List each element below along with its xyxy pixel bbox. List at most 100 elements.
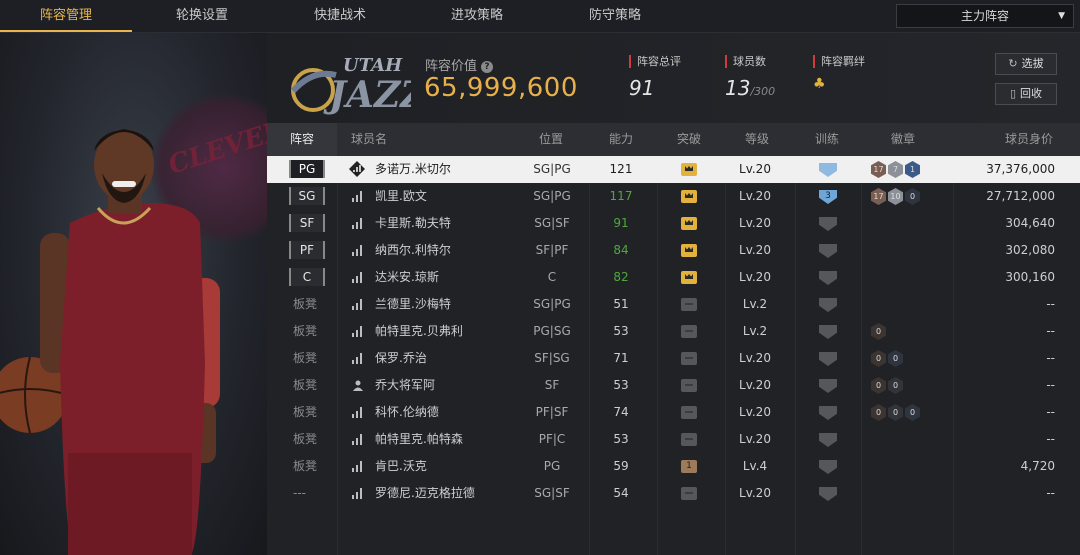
refresh-icon: ↻ [1008, 57, 1018, 70]
stats-bars-icon [352, 407, 364, 418]
player-level: Lv.2 [742, 324, 768, 338]
lineup-slot-badge: PG [289, 160, 325, 178]
crown-icon [681, 217, 697, 230]
crown-icon [681, 487, 697, 500]
bench-label: 板凳 [293, 378, 318, 392]
col-badges: 徽章 [891, 132, 916, 146]
player-worth: -- [1046, 297, 1055, 311]
stats-bars-icon [352, 191, 364, 202]
player-position: SG|PG [533, 297, 571, 311]
table-row[interactable]: PG 多诺万.米切尔 SG|PG 121 Lv.20 17 7 1 37,376,000 [267, 156, 1080, 183]
table-row[interactable]: 板凳 科怀.伦纳德 PF|SF 74 Lv.20 0 0 0 -- [267, 399, 1080, 426]
tab-offense-strategy[interactable]: 进攻策略 [408, 0, 546, 32]
player-worth: 37,376,000 [986, 162, 1055, 176]
crown-icon [681, 163, 697, 176]
training-shield-icon [819, 298, 837, 312]
player-ability: 84 [613, 243, 629, 257]
table-row[interactable]: C 达米安.琼斯 C 82 Lv.20 300,160 [267, 264, 1080, 291]
chemistry-label: 阵容羁绊 [813, 55, 865, 68]
player-name: 保罗.乔治 [375, 351, 427, 365]
player-count: 球员数 13/300 [725, 55, 775, 100]
player-name: 多诺万.米切尔 [375, 162, 451, 176]
tab-lineup-management[interactable]: 阵容管理 [0, 0, 132, 32]
overall-rating-value: 91 [629, 76, 655, 100]
table-row[interactable]: 板凳 兰德里.沙梅特 SG|PG 51 Lv.2 -- [267, 291, 1080, 318]
badge-icon: 7 [888, 161, 903, 178]
player-worth: 300,160 [1005, 270, 1055, 284]
player-name: 纳西尔.利特尔 [375, 243, 451, 257]
table-row[interactable]: --- 罗德尼.迈克格拉德 SG|SF 54 Lv.20 -- [267, 480, 1080, 507]
player-ability: 121 [609, 162, 633, 176]
player-worth: -- [1046, 324, 1055, 338]
overall-rating: 阵容总评 91 [629, 55, 681, 100]
col-lineup: 阵容 [267, 123, 337, 156]
col-breakthrough: 突破 [677, 132, 702, 146]
crown-icon [681, 406, 697, 419]
player-worth: -- [1046, 432, 1055, 446]
table-row[interactable]: 板凳 肯巴.沃克 PG 59 1 Lv.4 4,720 [267, 453, 1080, 480]
crown-icon [681, 379, 697, 392]
player-position: PF|SF [535, 405, 569, 419]
col-name: 球员名 [351, 132, 388, 146]
select-button[interactable]: ↻ 选拔 [995, 53, 1057, 75]
crown-icon [681, 190, 697, 203]
player-badges: 00 [871, 350, 905, 367]
table-row[interactable]: SG 凯里.欧文 SG|PG 117 Lv.20 3 17 10 0 27,712,000 [267, 183, 1080, 210]
badge-icon: 0 [871, 350, 886, 367]
player-level: Lv.2 [742, 297, 768, 311]
tab-defense-strategy[interactable]: 防守策略 [546, 0, 684, 32]
player-ability: 59 [613, 459, 629, 473]
training-shield-icon [819, 487, 837, 501]
player-level: Lv.20 [739, 378, 771, 392]
svg-text:UTAH: UTAH [343, 55, 403, 76]
col-ability: 能力 [609, 132, 634, 146]
table-row[interactable]: 板凳 帕特里克.帕特森 PF|C 53 Lv.20 -- [267, 426, 1080, 453]
player-level: Lv.4 [742, 459, 768, 473]
col-position: 位置 [539, 132, 564, 146]
player-level: Lv.20 [739, 432, 771, 446]
player-position: SF|PF [535, 243, 569, 257]
player-worth: -- [1046, 378, 1055, 392]
roster-table-header: 阵容 球员名 位置 能力 突破 等级 训练 徽章 球员身价 [267, 123, 1080, 156]
tab-rotation-settings[interactable]: 轮换设置 [132, 0, 272, 32]
player-ability: 53 [613, 324, 629, 338]
col-level: 等级 [745, 132, 770, 146]
player-name: 肯巴.沃克 [375, 459, 427, 473]
chevron-down-icon: ▼ [1058, 11, 1065, 21]
player-ability: 117 [609, 189, 633, 203]
table-row[interactable]: 板凳 保罗.乔治 SF|SG 71 Lv.20 0 0 -- [267, 345, 1080, 372]
player-badges: 17 7 1 [871, 161, 922, 178]
training-shield-icon [819, 460, 837, 474]
help-icon[interactable]: ? [481, 61, 494, 73]
player-name: 科怀.伦纳德 [375, 405, 439, 419]
player-name: 凯里.欧文 [375, 189, 427, 203]
stats-bars-icon [352, 218, 364, 229]
person-icon [353, 380, 363, 391]
lineup-dropdown-value: 主力阵容 [960, 9, 1009, 23]
table-row[interactable]: PF 纳西尔.利特尔 SF|PF 84 Lv.20 302,080 [267, 237, 1080, 264]
training-shield-icon: 3 [819, 190, 837, 204]
table-row[interactable]: 板凳 乔大将军阿 SF 53 Lv.20 0 0 -- [267, 372, 1080, 399]
badge-icon: 0 [888, 350, 903, 367]
player-name: 达米安.琼斯 [375, 270, 439, 284]
lineup-dropdown[interactable]: 主力阵容 ▼ [896, 4, 1074, 28]
crown-icon [681, 298, 697, 311]
recycle-button[interactable]: ▯ 回收 [995, 83, 1057, 105]
bench-label: 板凳 [293, 459, 318, 473]
lineup-header: UTAH JAZZ 阵容价值? 65,999,600 阵容总评 91 球员数 1… [267, 33, 1080, 123]
player-level: Lv.20 [739, 216, 771, 230]
stats-bars-icon [352, 434, 364, 445]
table-row[interactable]: SF 卡里斯.勒夫特 SG|SF 91 Lv.20 304,640 [267, 210, 1080, 237]
player-portrait-image [0, 129, 220, 555]
badge-icon: 17 [871, 161, 886, 178]
player-worth: 302,080 [1005, 243, 1055, 257]
player-ability: 71 [613, 351, 629, 365]
chemistry[interactable]: 阵容羁绊 ♣ [813, 55, 865, 92]
tab-quick-tactics[interactable]: 快捷战术 [272, 0, 408, 32]
badge-icon: 0 [871, 404, 886, 421]
player-level: Lv.20 [739, 486, 771, 500]
crown-icon [681, 271, 697, 284]
table-row[interactable]: 板凳 帕特里克.贝弗利 PG|SG 53 Lv.2 0 -- [267, 318, 1080, 345]
player-count-max: /300 [750, 85, 776, 98]
player-count-label: 球员数 [725, 55, 775, 68]
